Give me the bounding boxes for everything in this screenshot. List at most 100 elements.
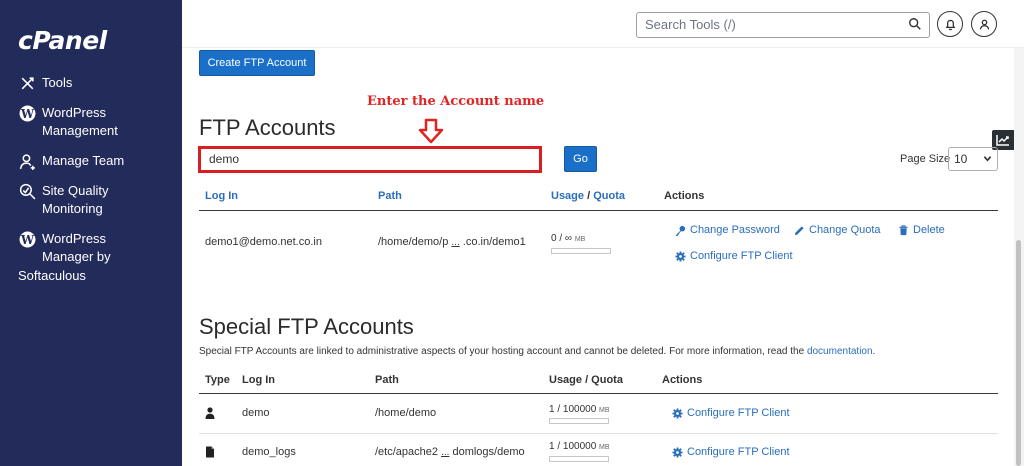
action-label: Delete <box>913 224 945 236</box>
change-quota-link[interactable]: Change Quota <box>794 224 881 236</box>
tools-icon <box>18 74 36 92</box>
action-label: Configure FTP Client <box>687 446 790 458</box>
create-ftp-account-button[interactable]: Create FTP Account <box>199 50 315 76</box>
sidebar-item-site-quality[interactable]: Site Quality Monitoring <box>18 182 108 218</box>
page-size-select[interactable]: 10 <box>948 147 998 171</box>
row-login: demo1@demo.net.co.in <box>205 236 322 248</box>
row-usage: 1 / 100000 MB <box>549 404 610 415</box>
site-quality-icon <box>18 182 36 200</box>
action-label: Change Quota <box>809 224 881 236</box>
notifications-button[interactable] <box>937 11 963 37</box>
chevron-down-icon <box>983 156 992 162</box>
usage-progress-bar <box>549 456 609 462</box>
page-size-value: 10 <box>954 152 968 166</box>
search-input[interactable]: Search Tools (/) <box>636 12 930 38</box>
action-label: Change Password <box>690 224 780 236</box>
path-ellipsis[interactable]: ... <box>451 237 459 248</box>
column-header-actions: Actions <box>664 190 705 202</box>
search-icon <box>909 18 921 30</box>
file-icon <box>206 446 214 458</box>
configure-ftp-client-link[interactable]: Configure FTP Client <box>672 446 790 458</box>
row-divider <box>199 433 998 434</box>
sidebar-item-label-softaculous[interactable]: Softaculous <box>18 267 86 285</box>
action-label: Configure FTP Client <box>687 407 790 419</box>
usage-value: 1 / 100000 <box>549 441 597 452</box>
sidebar-item-wordpress-manager[interactable]: W WordPress Manager by <box>18 230 111 266</box>
arrow-down-icon <box>418 118 444 144</box>
bell-icon <box>945 19 955 30</box>
configure-ftp-client-link[interactable]: Configure FTP Client <box>672 407 790 419</box>
user-icon <box>205 407 215 419</box>
column-header-login: Log In <box>242 374 275 386</box>
wordpress-icon: W <box>18 230 36 248</box>
cpanel-logo[interactable]: cPanel <box>18 26 107 55</box>
path-ellipsis[interactable]: ... <box>441 447 449 458</box>
sidebar-item-label: Tools <box>42 75 73 90</box>
trash-icon <box>899 224 908 235</box>
gear-icon <box>675 250 686 262</box>
team-icon <box>18 152 36 170</box>
sidebar-item-tools[interactable]: Tools <box>18 74 72 92</box>
column-header-path[interactable]: Path <box>378 190 402 202</box>
page-size-label: Page Size <box>900 153 951 165</box>
column-header-path: Path <box>375 374 399 386</box>
svg-text:W: W <box>19 106 34 120</box>
configure-ftp-client-link[interactable]: Configure FTP Client <box>675 250 793 262</box>
usage-progress-bar <box>549 418 609 424</box>
documentation-link[interactable]: documentation <box>807 346 873 357</box>
column-header-type: Type <box>205 374 230 386</box>
column-header-usage-quota: Usage / Quota <box>551 190 625 202</box>
gear-icon <box>672 446 683 458</box>
column-header-usage[interactable]: Usage <box>551 190 584 202</box>
table-header-divider <box>199 393 998 394</box>
delete-link[interactable]: Delete <box>898 224 945 236</box>
column-header-usage-quota: Usage / Quota <box>549 374 623 386</box>
action-label: Configure FTP Client <box>690 250 793 262</box>
column-header-login[interactable]: Log In <box>205 190 238 202</box>
sidebar-item-label: WordPress Manager by <box>42 231 111 264</box>
column-header-actions: Actions <box>662 374 703 386</box>
usage-value: 1 / 100000 <box>549 404 597 415</box>
ftp-accounts-title: FTP Accounts <box>199 115 336 140</box>
path-end: .co.in/demo1 <box>462 236 526 248</box>
special-accounts-description: Special FTP Accounts are linked to admin… <box>199 346 875 357</box>
account-search-input[interactable]: demo <box>198 146 542 173</box>
description-end: . <box>872 346 876 357</box>
search-placeholder: Search Tools (/) <box>645 17 736 32</box>
scrollbar-thumb[interactable] <box>1016 240 1021 466</box>
description-text: Special FTP Accounts are linked to admin… <box>199 346 805 357</box>
user-icon <box>979 19 989 30</box>
row-path: /etc/apache2 ... domlogs/demo <box>375 446 525 458</box>
row-path: /home/demo <box>375 407 437 419</box>
path-end: domlogs/demo <box>452 446 525 458</box>
chart-line-icon <box>996 135 1009 146</box>
annotation-label: Enter the Account name <box>367 94 545 109</box>
sidebar-item-label: WordPress Management <box>42 105 118 138</box>
row-path: /home/demo/p ... .co.in/demo1 <box>378 236 526 248</box>
go-button[interactable]: Go <box>564 146 597 172</box>
gear-icon <box>672 407 683 419</box>
sidebar: cPanel Tools W WordPress Management Mana… <box>0 0 182 466</box>
path-start: /home/demo/p <box>378 236 449 248</box>
usage-unit: MB <box>574 236 586 243</box>
column-header-separator: / <box>587 190 591 202</box>
change-password-link[interactable]: Change Password <box>675 224 780 236</box>
row-login: demo_logs <box>242 446 296 458</box>
sidebar-item-wordpress-management[interactable]: W WordPress Management <box>18 104 118 140</box>
table-header-divider <box>199 210 998 211</box>
usage-progress-bar <box>551 248 611 254</box>
sidebar-item-label: Manage Team <box>42 153 125 168</box>
key-icon <box>675 225 686 236</box>
special-ftp-accounts-title: Special FTP Accounts <box>199 314 414 339</box>
row-login: demo <box>242 407 270 419</box>
path-start: /etc/apache2 <box>375 446 438 458</box>
svg-text:W: W <box>19 232 34 246</box>
sidebar-item-manage-team[interactable]: Manage Team <box>18 152 124 170</box>
sidebar-item-label: Site Quality Monitoring <box>42 183 109 216</box>
usage-unit: MB <box>599 407 610 414</box>
row-usage: 0 / ∞ MB <box>551 233 585 244</box>
usage-unit: MB <box>599 444 610 451</box>
column-header-quota[interactable]: Quota <box>593 190 625 202</box>
user-menu-button[interactable] <box>971 11 997 37</box>
pencil-icon <box>794 225 804 235</box>
